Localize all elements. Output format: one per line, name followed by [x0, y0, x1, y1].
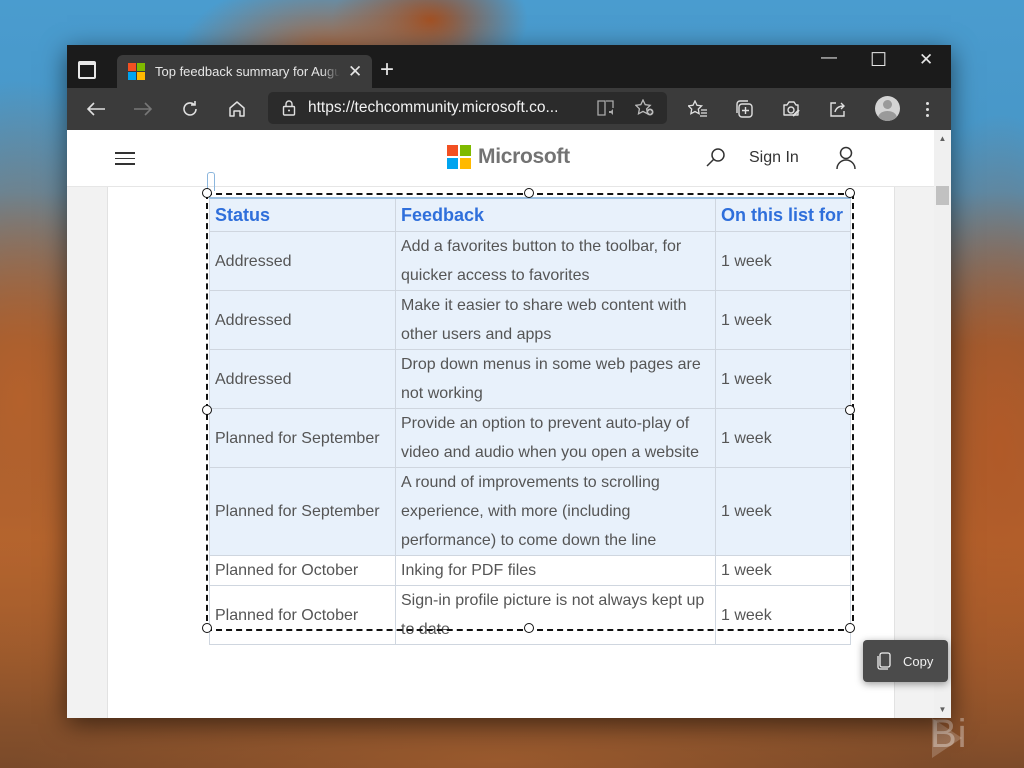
table-row: Planned for September A round of improvem… — [209, 467, 851, 556]
address-bar[interactable]: https://techcommunity.microsoft.co... — [268, 92, 667, 124]
web-capture-icon — [783, 101, 800, 117]
web-capture-button[interactable] — [772, 88, 810, 130]
maximize-button[interactable]: ☐ — [870, 49, 887, 72]
cell-duration: 1 week — [715, 555, 851, 586]
table-row: Addressed Add a favorites button to the t… — [209, 231, 851, 291]
cell-feedback: Provide an option to prevent auto-play o… — [395, 408, 716, 468]
cell-status: Planned for October — [209, 585, 396, 645]
table-header-row: Status Feedback On this list for — [209, 197, 851, 232]
menu-icon[interactable] — [115, 152, 135, 165]
settings-more-button[interactable] — [917, 88, 937, 130]
add-favorite-button[interactable] — [630, 92, 660, 124]
cell-feedback: Drop down menus in some web pages are no… — [395, 349, 716, 409]
scrollbar-thumb[interactable] — [936, 186, 949, 205]
cell-status: Addressed — [209, 231, 396, 291]
search-button[interactable] — [705, 147, 727, 174]
minimize-button[interactable]: — — [821, 49, 837, 67]
cell-duration: 1 week — [715, 231, 851, 291]
cell-duration: 1 week — [715, 290, 851, 350]
resize-handle-right[interactable] — [845, 405, 855, 415]
site-header: Microsoft Sign In — [67, 130, 951, 187]
table-row: Planned for October Inking for PDF files 1… — [209, 555, 851, 586]
collections-button[interactable] — [725, 88, 763, 130]
table-row: Addressed Drop down menus in some web pag… — [209, 349, 851, 409]
forward-icon — [134, 102, 153, 116]
resize-handle-left[interactable] — [202, 405, 212, 415]
microsoft-squares-icon — [447, 145, 471, 169]
close-window-button[interactable]: ✕ — [919, 50, 933, 70]
scroll-down-arrow-icon[interactable]: ▼ — [934, 701, 951, 718]
cell-feedback: Inking for PDF files — [395, 555, 716, 586]
cell-status: Planned for September — [209, 408, 396, 468]
brand-name: Microsoft — [478, 145, 570, 168]
collections-icon — [736, 100, 753, 118]
favorites-icon — [688, 100, 707, 117]
refresh-button[interactable] — [171, 88, 209, 130]
table-row: Planned for October Sign-in profile pictu… — [209, 585, 851, 645]
header-feedback: Feedback — [395, 197, 716, 232]
vertical-scrollbar[interactable]: ▲ ▼ — [934, 130, 951, 718]
header-status: Status — [209, 197, 396, 232]
tab-title: Top feedback summary for August — [155, 64, 340, 79]
cell-feedback: Make it easier to share web content with… — [395, 290, 716, 350]
user-icon — [836, 146, 856, 170]
cell-feedback: Add a favorites button to the toolbar, f… — [395, 231, 716, 291]
search-icon — [706, 148, 725, 167]
table-row: Addressed Make it easier to share web con… — [209, 290, 851, 350]
cell-duration: 1 week — [715, 467, 851, 556]
cell-status: Addressed — [209, 349, 396, 409]
add-favorite-icon — [635, 99, 654, 116]
cell-feedback: Sign-in profile picture is not always ke… — [395, 585, 716, 645]
account-button[interactable] — [835, 146, 857, 175]
immersive-reader-icon — [597, 100, 614, 116]
forward-button[interactable] — [124, 88, 162, 130]
microsoft-logo[interactable]: Microsoft — [447, 145, 570, 169]
cell-duration: 1 week — [715, 408, 851, 468]
cell-duration: 1 week — [715, 585, 851, 645]
cell-status: Addressed — [209, 290, 396, 350]
immersive-reader-button[interactable] — [592, 92, 622, 124]
resize-handle-bottom[interactable] — [524, 623, 534, 633]
resize-handle-top-left[interactable] — [202, 188, 212, 198]
refresh-icon — [183, 101, 197, 116]
resize-handle-top[interactable] — [524, 188, 534, 198]
tab-active[interactable]: Top feedback summary for August ✕ — [117, 55, 372, 88]
microsoft-favicon-icon — [128, 63, 145, 80]
cell-feedback: A round of improvements to scrolling exp… — [395, 467, 716, 556]
home-icon — [229, 101, 245, 117]
cell-status: Planned for October — [209, 555, 396, 586]
feedback-table: Status Feedback On this list for Address… — [209, 197, 851, 645]
resize-handle-top-right[interactable] — [845, 188, 855, 198]
bing-watermark: Bi — [930, 712, 968, 756]
favorites-button[interactable] — [679, 88, 717, 130]
share-icon — [830, 102, 845, 117]
table-row: Planned for September Provide an option t… — [209, 408, 851, 468]
cell-duration: 1 week — [715, 349, 851, 409]
url-text[interactable]: https://techcommunity.microsoft.co... — [308, 99, 558, 117]
new-tab-button[interactable]: + — [380, 56, 394, 84]
share-button[interactable] — [819, 88, 857, 130]
profile-avatar[interactable] — [875, 96, 900, 121]
resize-handle-bottom-right[interactable] — [845, 623, 855, 633]
copy-icon — [877, 652, 891, 670]
back-button[interactable] — [77, 88, 115, 130]
tab-actions-icon[interactable] — [77, 59, 97, 79]
home-button[interactable] — [218, 88, 256, 130]
header-on-list-for: On this list for — [715, 197, 851, 232]
resize-handle-bottom-left[interactable] — [202, 623, 212, 633]
tab-close-icon[interactable]: ✕ — [348, 62, 362, 82]
page-viewport: Microsoft Sign In Status Feedback On thi… — [67, 130, 951, 718]
back-icon — [86, 102, 105, 116]
cell-status: Planned for September — [209, 467, 396, 556]
sign-in-link[interactable]: Sign In — [749, 149, 799, 167]
lock-icon — [282, 100, 296, 116]
copy-button[interactable]: Copy — [863, 640, 948, 682]
title-bar: Top feedback summary for August ✕ + — ☐ … — [67, 45, 951, 88]
scroll-up-arrow-icon[interactable]: ▲ — [934, 130, 951, 147]
browser-window: Top feedback summary for August ✕ + — ☐ … — [67, 45, 951, 718]
browser-toolbar: https://techcommunity.microsoft.co... — [67, 88, 951, 130]
copy-label: Copy — [903, 653, 934, 669]
